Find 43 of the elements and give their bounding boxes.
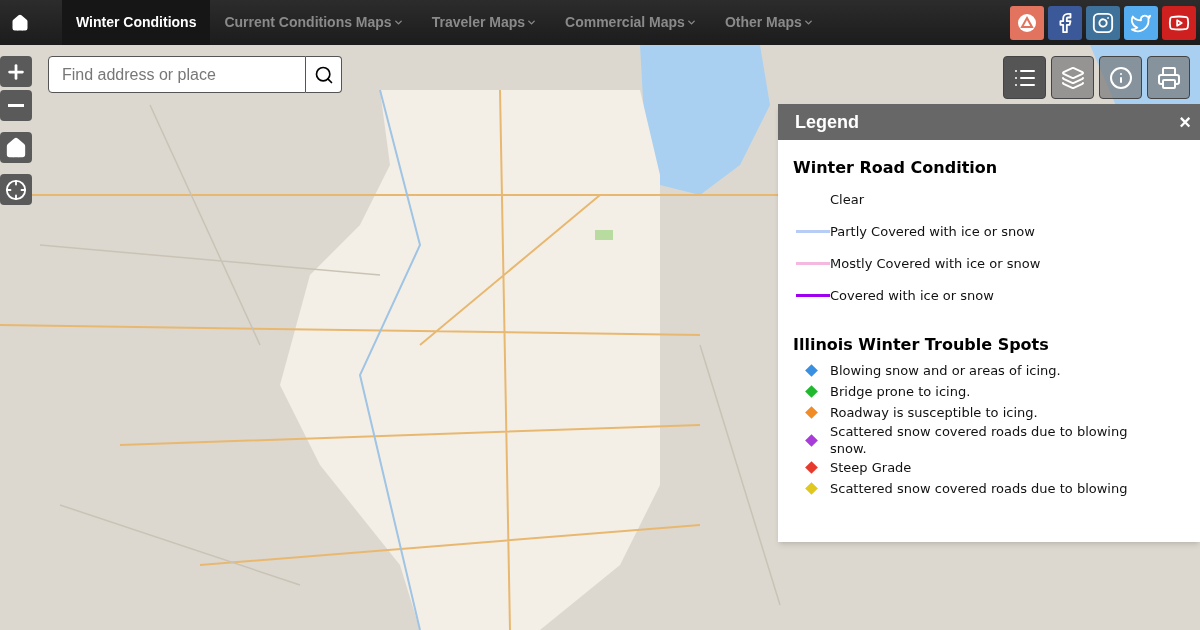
app-link[interactable] <box>1010 5 1044 40</box>
legend-item-label: Scattered snow covered roads due to blowing snow. <box>830 423 1129 457</box>
layers-icon <box>1060 65 1085 90</box>
youtube-link[interactable] <box>1162 5 1196 40</box>
instagram-icon <box>1092 11 1114 34</box>
instagram-link[interactable] <box>1086 5 1120 40</box>
facebook-link[interactable] <box>1048 5 1082 40</box>
zoom-in-button[interactable] <box>0 56 32 87</box>
legend-item-label: Mostly Covered with ice or snow <box>830 254 1041 272</box>
home-view-button[interactable] <box>0 132 32 163</box>
nav-menu-item[interactable]: Current Conditions Maps <box>210 0 418 45</box>
search-field[interactable]: Find address or place <box>48 56 306 93</box>
info-icon <box>1108 65 1133 90</box>
legend-item-label: Partly Covered with ice or snow <box>830 222 1035 240</box>
nav-menu-item[interactable]: Traveler Maps <box>417 0 552 45</box>
legend-item-label: Scattered snow covered roads due to blowing <box>830 480 1128 497</box>
locate-button[interactable] <box>0 174 32 205</box>
legend-section-title: Illinois Winter Trouble Spots <box>793 334 1050 356</box>
legend-item-label: Roadway is susceptible to icing. <box>830 404 1038 421</box>
home-icon <box>11 13 29 32</box>
crosshair-icon <box>5 178 27 201</box>
nav-menu-item[interactable]: Winter Conditions <box>62 0 211 45</box>
legend-button[interactable] <box>1003 56 1046 99</box>
twitter-link[interactable] <box>1124 5 1158 40</box>
legend-title: Legend <box>795 110 859 134</box>
close-button[interactable]: × <box>1179 112 1191 132</box>
nav-menu-item[interactable]: Other Maps <box>710 0 828 45</box>
layers-button[interactable] <box>1051 56 1094 99</box>
info-button[interactable] <box>1099 56 1142 99</box>
legend-section-title: Winter Road Condition <box>793 157 999 179</box>
print-button[interactable] <box>1147 56 1190 99</box>
legend-item-label: Bridge prone to icing. <box>830 383 971 400</box>
search-icon <box>313 64 334 85</box>
legend-item-label: Steep Grade <box>830 459 912 476</box>
legend-item-label: Blowing snow and or areas of icing. <box>830 362 1061 379</box>
minus-icon <box>8 104 24 107</box>
home-icon <box>5 136 27 159</box>
legend-item-label: Covered with ice or snow <box>830 286 994 304</box>
legend-item-label: Clear <box>830 190 864 208</box>
zoom-out-button[interactable] <box>0 90 32 121</box>
search-button[interactable] <box>306 56 342 93</box>
nav-menu-item[interactable]: Commercial Maps <box>551 0 711 45</box>
printer-icon <box>1156 65 1181 90</box>
